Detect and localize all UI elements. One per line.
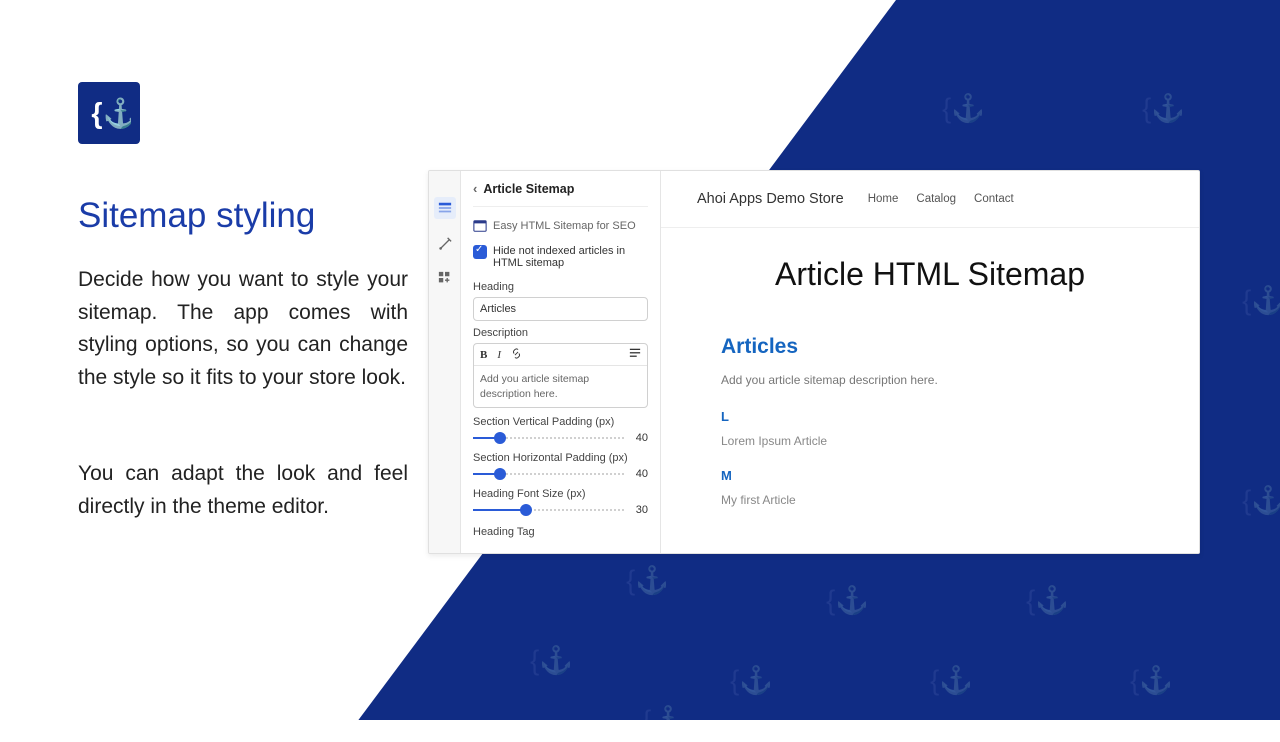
theme-settings-icon[interactable] (436, 235, 454, 253)
app-logo: {⚓} (78, 82, 140, 144)
heading-label: Heading (473, 281, 648, 293)
svg-text:{⚓}: {⚓} (942, 92, 982, 123)
back-chevron-icon[interactable]: ‹ (473, 181, 477, 196)
page-title: Sitemap styling (78, 196, 408, 236)
description-textarea[interactable]: Add you article sitemap description here… (474, 366, 647, 407)
editor-screenshot: ‹ Article Sitemap Easy HTML Sitemap for … (428, 170, 1200, 554)
svg-text:{⚓}: {⚓} (1026, 584, 1066, 615)
slider-thumb[interactable] (494, 432, 506, 444)
svg-text:{⚓}: {⚓} (1242, 284, 1280, 315)
checkbox-label: Hide not indexed articles in HTML sitema… (493, 245, 648, 269)
intro-paragraph-1: Decide how you want to style your sitema… (78, 264, 408, 394)
letter-heading-m: M (721, 468, 1139, 483)
preview-pane: Ahoi Apps Demo Store Home Catalog Contac… (661, 171, 1199, 553)
slider-value: 40 (630, 432, 648, 444)
svg-text:{⚓}: {⚓} (530, 644, 570, 675)
slider-heading-font-size: Heading Font Size (px) 30 (473, 488, 648, 516)
slider-horizontal-padding: Section Horizontal Padding (px) 40 (473, 452, 648, 480)
app-row[interactable]: Easy HTML Sitemap for SEO (473, 217, 648, 245)
checkbox-checked-icon[interactable] (473, 245, 487, 259)
slider-value: 30 (630, 504, 648, 516)
svg-text:{⚓}: {⚓} (91, 97, 131, 130)
left-column: {⚓} Sitemap styling Decide how you want … (78, 82, 408, 523)
slider-track[interactable] (473, 470, 624, 478)
intro-paragraph-2: You can adapt the look and feel directly… (78, 458, 408, 523)
svg-text:{⚓}: {⚓} (1242, 484, 1280, 515)
bold-icon[interactable]: B (480, 349, 487, 361)
heading-tag-label: Heading Tag (473, 526, 648, 538)
link-icon[interactable] (511, 348, 522, 362)
letter-heading-l: L (721, 409, 1139, 424)
preview-description: Add you article sitemap description here… (721, 373, 1139, 387)
app-icon (473, 219, 487, 233)
app-name: Easy HTML Sitemap for SEO (493, 220, 636, 232)
panel-title: Article Sitemap (483, 182, 574, 196)
nav-link-home[interactable]: Home (868, 193, 899, 205)
editor-icon-rail (429, 171, 461, 553)
svg-text:{⚓}: {⚓} (826, 584, 866, 615)
nav-link-contact[interactable]: Contact (974, 193, 1014, 205)
panel-header[interactable]: ‹ Article Sitemap (473, 181, 648, 207)
description-label: Description (473, 327, 648, 339)
svg-text:{⚓}: {⚓} (1142, 92, 1182, 123)
slider-label: Heading Font Size (px) (473, 488, 648, 500)
slider-value: 40 (630, 468, 648, 480)
article-link[interactable]: My first Article (721, 493, 1139, 507)
slider-label: Section Vertical Padding (px) (473, 416, 648, 428)
svg-text:{⚓}: {⚓} (1130, 664, 1170, 695)
italic-icon[interactable]: I (497, 349, 501, 361)
slider-track[interactable] (473, 506, 624, 514)
app-embeds-icon[interactable] (436, 269, 454, 287)
description-editor: B I Add you article sitemap description … (473, 343, 648, 408)
store-title: Ahoi Apps Demo Store (697, 191, 844, 207)
slider-track[interactable] (473, 434, 624, 442)
svg-text:{⚓}: {⚓} (730, 664, 770, 695)
preview-section-heading: Articles (721, 335, 1139, 359)
more-formatting-icon[interactable] (629, 347, 641, 362)
store-header: Ahoi Apps Demo Store Home Catalog Contac… (661, 171, 1199, 228)
slider-vertical-padding: Section Vertical Padding (px) 40 (473, 416, 648, 444)
settings-panel: ‹ Article Sitemap Easy HTML Sitemap for … (461, 171, 661, 553)
article-link[interactable]: Lorem Ipsum Article (721, 434, 1139, 448)
rte-toolbar: B I (474, 344, 647, 366)
slider-thumb[interactable] (494, 468, 506, 480)
hide-articles-checkbox-row[interactable]: Hide not indexed articles in HTML sitema… (473, 245, 648, 269)
slider-thumb[interactable] (520, 504, 532, 516)
sections-icon[interactable] (434, 197, 456, 219)
preview-heading: Article HTML Sitemap (661, 228, 1199, 335)
heading-input[interactable] (473, 297, 648, 321)
store-nav: Home Catalog Contact (868, 193, 1014, 205)
svg-text:{⚓}: {⚓} (626, 564, 666, 595)
nav-link-catalog[interactable]: Catalog (916, 193, 956, 205)
svg-text:{⚓}: {⚓} (930, 664, 970, 695)
slider-label: Section Horizontal Padding (px) (473, 452, 648, 464)
